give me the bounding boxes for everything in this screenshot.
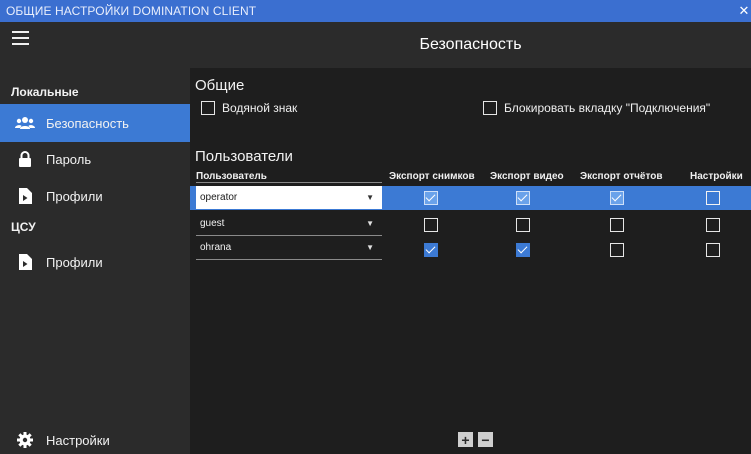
sidebar-group-csu: ЦСУ bbox=[11, 220, 36, 234]
column-header-reports: Экспорт отчётов bbox=[580, 171, 663, 182]
gear-icon bbox=[14, 431, 36, 449]
chevron-down-icon: ▼ bbox=[366, 243, 374, 252]
column-header-settings: Настройки bbox=[690, 171, 743, 182]
profile-file-icon bbox=[14, 187, 36, 205]
settings-checkbox[interactable] bbox=[706, 243, 720, 257]
profile-file-icon bbox=[14, 253, 36, 271]
video-checkbox[interactable] bbox=[516, 191, 530, 205]
snapshots-checkbox[interactable] bbox=[424, 243, 438, 257]
sidebar-item-label: Настройки bbox=[46, 432, 110, 448]
chevron-down-icon: ▼ bbox=[366, 193, 374, 202]
users-section-title: Пользователи bbox=[195, 148, 293, 165]
sidebar-item-profiles-local[interactable]: Профили bbox=[0, 177, 190, 215]
main-panel: Безопасность Общие Водяной знак Блокиров… bbox=[190, 22, 751, 454]
hamburger-menu-icon[interactable] bbox=[12, 31, 29, 45]
general-section-title: Общие bbox=[195, 77, 245, 94]
add-user-button[interactable]: + bbox=[458, 432, 473, 447]
users-icon bbox=[14, 114, 36, 132]
column-divider bbox=[196, 182, 382, 183]
sidebar-group-local: Локальные bbox=[11, 85, 79, 99]
sidebar-item-password[interactable]: Пароль bbox=[0, 140, 190, 178]
reports-checkbox[interactable] bbox=[610, 191, 624, 205]
table-row[interactable]: guest ▼ bbox=[190, 212, 751, 236]
sidebar-item-label: Профили bbox=[46, 254, 103, 270]
close-icon[interactable]: ✕ bbox=[737, 0, 751, 22]
snapshots-checkbox[interactable] bbox=[424, 218, 438, 232]
window-title: ОБЩИЕ НАСТРОЙКИ DOMINATION CLIENT bbox=[6, 4, 257, 18]
checkbox-box[interactable] bbox=[483, 101, 497, 115]
window-titlebar: ОБЩИЕ НАСТРОЙКИ DOMINATION CLIENT ✕ bbox=[0, 0, 751, 22]
block-connections-label: Блокировать вкладку "Подключения" bbox=[504, 101, 711, 115]
column-header-snapshots: Экспорт снимков bbox=[389, 171, 475, 182]
user-select[interactable]: guest ▼ bbox=[196, 212, 382, 236]
user-name: ohrana bbox=[200, 242, 232, 253]
reports-checkbox[interactable] bbox=[610, 218, 624, 232]
column-header-video: Экспорт видео bbox=[490, 171, 564, 182]
sidebar-item-label: Безопасность bbox=[46, 115, 129, 131]
user-name: guest bbox=[200, 218, 225, 229]
sidebar: Локальные Безопасность Пароль Профили ЦС… bbox=[0, 22, 190, 454]
block-connections-checkbox[interactable]: Блокировать вкладку "Подключения" bbox=[483, 101, 710, 115]
video-checkbox[interactable] bbox=[516, 218, 530, 232]
table-row[interactable]: ohrana ▼ bbox=[190, 236, 751, 260]
sidebar-item-security[interactable]: Безопасность bbox=[0, 104, 190, 142]
settings-checkbox[interactable] bbox=[706, 191, 720, 205]
checkbox-box[interactable] bbox=[201, 101, 215, 115]
user-select[interactable]: ohrana ▼ bbox=[196, 236, 382, 260]
settings-checkbox[interactable] bbox=[706, 218, 720, 232]
user-name: operator bbox=[200, 192, 238, 203]
sidebar-item-profiles-csu[interactable]: Профили bbox=[0, 243, 190, 281]
column-header-user: Пользователь bbox=[196, 171, 267, 182]
sidebar-item-label: Пароль bbox=[46, 151, 92, 167]
snapshots-checkbox[interactable] bbox=[424, 191, 438, 205]
sidebar-item-label: Профили bbox=[46, 188, 103, 204]
table-row[interactable]: operator ▼ bbox=[190, 186, 751, 210]
remove-user-button[interactable]: − bbox=[478, 432, 493, 447]
video-checkbox[interactable] bbox=[516, 243, 530, 257]
page-title: Безопасность bbox=[419, 36, 522, 53]
user-select[interactable]: operator ▼ bbox=[196, 186, 382, 210]
chevron-down-icon: ▼ bbox=[366, 219, 374, 228]
reports-checkbox[interactable] bbox=[610, 243, 624, 257]
watermark-checkbox[interactable]: Водяной знак bbox=[201, 101, 297, 115]
watermark-label: Водяной знак bbox=[222, 101, 298, 115]
lock-icon bbox=[14, 150, 36, 168]
sidebar-item-settings[interactable]: Настройки bbox=[0, 421, 190, 454]
